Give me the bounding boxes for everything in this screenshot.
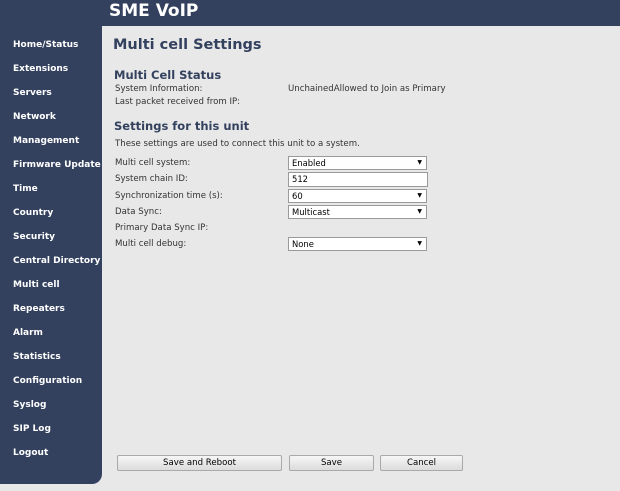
- debug-label: Multi cell debug:: [115, 239, 187, 249]
- sidebar-item-logout[interactable]: Logout: [13, 447, 48, 459]
- sidebar-item-management[interactable]: Management: [13, 135, 79, 147]
- sidebar-item-security[interactable]: Security: [13, 231, 55, 243]
- debug-select[interactable]: None ▼: [288, 237, 427, 251]
- last-packet-label: Last packet received from IP:: [115, 97, 241, 107]
- sidebar-item-network[interactable]: Network: [13, 111, 56, 123]
- system-info-value: UnchainedAllowed to Join as Primary: [288, 84, 446, 94]
- sidebar: Home/Status Extensions Servers Network M…: [0, 26, 102, 484]
- status-section-title: Multi Cell Status: [114, 68, 222, 82]
- chevron-down-icon: ▼: [417, 192, 422, 199]
- main-content: Multi cell Settings Multi Cell Status Sy…: [102, 26, 620, 491]
- save-button[interactable]: Save: [289, 455, 374, 471]
- sidebar-item-statistics[interactable]: Statistics: [13, 351, 61, 363]
- sidebar-item-multi-cell[interactable]: Multi cell: [13, 279, 60, 291]
- sync-time-value: 60: [292, 191, 303, 201]
- sync-time-label: Synchronization time (s):: [115, 191, 223, 201]
- sync-time-select[interactable]: 60 ▼: [288, 189, 427, 203]
- chain-id-label: System chain ID:: [115, 174, 188, 184]
- sidebar-item-home-status[interactable]: Home/Status: [13, 39, 78, 51]
- sidebar-item-repeaters[interactable]: Repeaters: [13, 303, 65, 315]
- sidebar-item-time[interactable]: Time: [13, 183, 38, 195]
- data-sync-value: Multicast: [292, 207, 330, 217]
- cancel-button[interactable]: Cancel: [380, 455, 463, 471]
- sidebar-item-extensions[interactable]: Extensions: [13, 63, 68, 75]
- data-sync-select[interactable]: Multicast ▼: [288, 205, 427, 219]
- sidebar-item-servers[interactable]: Servers: [13, 87, 52, 99]
- sidebar-item-alarm[interactable]: Alarm: [13, 327, 43, 339]
- chain-id-value: 512: [292, 174, 308, 184]
- header-bar: SME VoIP: [0, 0, 620, 26]
- settings-description: These settings are used to connect this …: [115, 139, 360, 149]
- multicell-system-value: Enabled: [292, 158, 326, 168]
- sidebar-item-firmware-update[interactable]: Firmware Update: [13, 159, 101, 171]
- page-title: Multi cell Settings: [113, 37, 262, 53]
- sidebar-item-syslog[interactable]: Syslog: [13, 399, 46, 411]
- sidebar-item-sip-log[interactable]: SIP Log: [13, 423, 51, 435]
- chevron-down-icon: ▼: [417, 240, 422, 247]
- sidebar-item-configuration[interactable]: Configuration: [13, 375, 82, 387]
- data-sync-label: Data Sync:: [115, 207, 162, 217]
- system-info-label: System Information:: [115, 84, 203, 94]
- save-and-reboot-button[interactable]: Save and Reboot: [117, 455, 282, 471]
- primary-ip-label: Primary Data Sync IP:: [115, 223, 209, 233]
- chain-id-field[interactable]: 512: [288, 172, 428, 187]
- chevron-down-icon: ▼: [417, 159, 422, 166]
- settings-section-title: Settings for this unit: [114, 119, 250, 133]
- chevron-down-icon: ▼: [417, 208, 422, 215]
- sidebar-item-country[interactable]: Country: [13, 207, 53, 219]
- multicell-system-label: Multi cell system:: [115, 158, 191, 168]
- sidebar-item-central-directory[interactable]: Central Directory: [13, 255, 100, 267]
- multicell-system-select[interactable]: Enabled ▼: [288, 156, 427, 170]
- debug-value: None: [292, 239, 314, 249]
- app-title: SME VoIP: [109, 1, 199, 21]
